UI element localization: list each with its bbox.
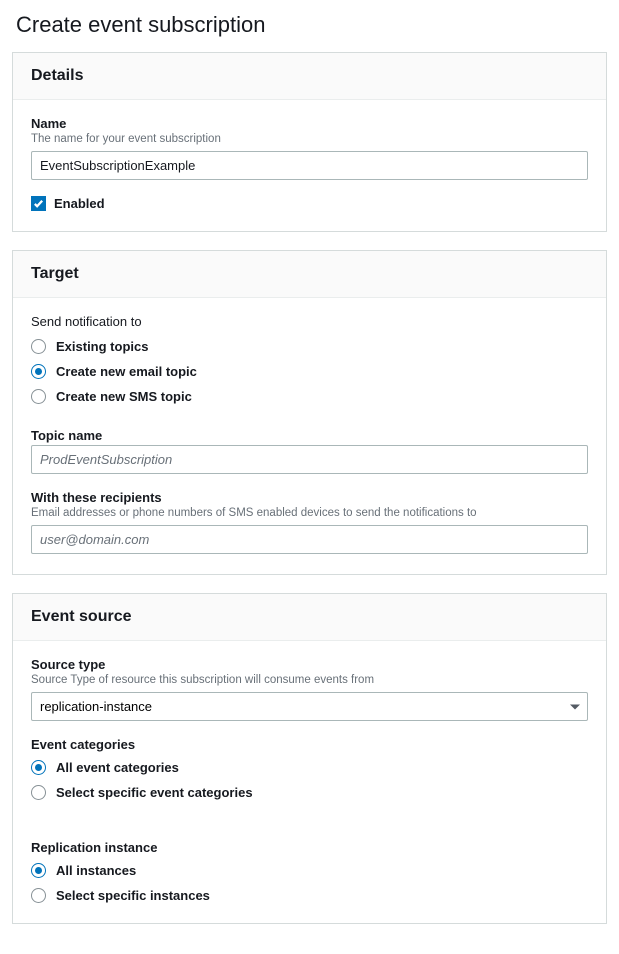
radio-all-categories[interactable]: All event categories bbox=[31, 760, 588, 775]
radio-specific-categories-label: Select specific event categories bbox=[56, 785, 253, 800]
target-panel: Target Send notification to Existing top… bbox=[12, 250, 607, 575]
radio-create-sms-topic[interactable]: Create new SMS topic bbox=[31, 389, 588, 404]
name-label: Name bbox=[31, 116, 588, 131]
event-categories-radio-group: All event categories Select specific eve… bbox=[31, 760, 588, 800]
topic-name-input[interactable] bbox=[31, 445, 588, 474]
send-to-radio-group: Existing topics Create new email topic C… bbox=[31, 339, 588, 404]
radio-existing-topics[interactable]: Existing topics bbox=[31, 339, 588, 354]
radio-icon bbox=[31, 760, 46, 775]
enabled-checkbox[interactable] bbox=[31, 196, 46, 211]
recipients-label: With these recipients bbox=[31, 490, 588, 505]
radio-icon bbox=[31, 863, 46, 878]
source-type-desc: Source Type of resource this subscriptio… bbox=[31, 674, 588, 686]
radio-existing-label: Existing topics bbox=[56, 339, 148, 354]
details-heading: Details bbox=[31, 67, 588, 85]
radio-all-categories-label: All event categories bbox=[56, 760, 179, 775]
name-desc: The name for your event subscription bbox=[31, 133, 588, 145]
radio-sms-label: Create new SMS topic bbox=[56, 389, 192, 404]
replication-instance-radio-group: All instances Select specific instances bbox=[31, 863, 588, 903]
event-categories-label: Event categories bbox=[31, 737, 588, 752]
recipients-input[interactable] bbox=[31, 525, 588, 554]
radio-icon bbox=[31, 364, 46, 379]
radio-specific-instances-label: Select specific instances bbox=[56, 888, 210, 903]
event-source-panel: Event source Source type Source Type of … bbox=[12, 593, 607, 924]
radio-create-email-topic[interactable]: Create new email topic bbox=[31, 364, 588, 379]
send-to-label: Send notification to bbox=[31, 314, 588, 329]
name-input[interactable] bbox=[31, 151, 588, 180]
check-icon bbox=[33, 198, 44, 209]
replication-instance-label: Replication instance bbox=[31, 840, 588, 855]
details-panel: Details Name The name for your event sub… bbox=[12, 52, 607, 232]
source-type-select[interactable]: replication-instance bbox=[31, 692, 588, 721]
radio-icon bbox=[31, 888, 46, 903]
target-heading: Target bbox=[31, 265, 588, 283]
source-type-label: Source type bbox=[31, 657, 588, 672]
radio-icon bbox=[31, 785, 46, 800]
radio-icon bbox=[31, 339, 46, 354]
enabled-label: Enabled bbox=[54, 196, 105, 211]
event-source-heading: Event source bbox=[31, 608, 588, 626]
radio-specific-categories[interactable]: Select specific event categories bbox=[31, 785, 588, 800]
radio-all-instances[interactable]: All instances bbox=[31, 863, 588, 878]
target-header: Target bbox=[13, 251, 606, 298]
radio-all-instances-label: All instances bbox=[56, 863, 136, 878]
topic-name-label: Topic name bbox=[31, 428, 588, 443]
radio-email-label: Create new email topic bbox=[56, 364, 197, 379]
page-title: Create event subscription bbox=[16, 12, 607, 38]
radio-icon bbox=[31, 389, 46, 404]
event-source-header: Event source bbox=[13, 594, 606, 641]
radio-specific-instances[interactable]: Select specific instances bbox=[31, 888, 588, 903]
details-header: Details bbox=[13, 53, 606, 100]
recipients-desc: Email addresses or phone numbers of SMS … bbox=[31, 507, 588, 519]
